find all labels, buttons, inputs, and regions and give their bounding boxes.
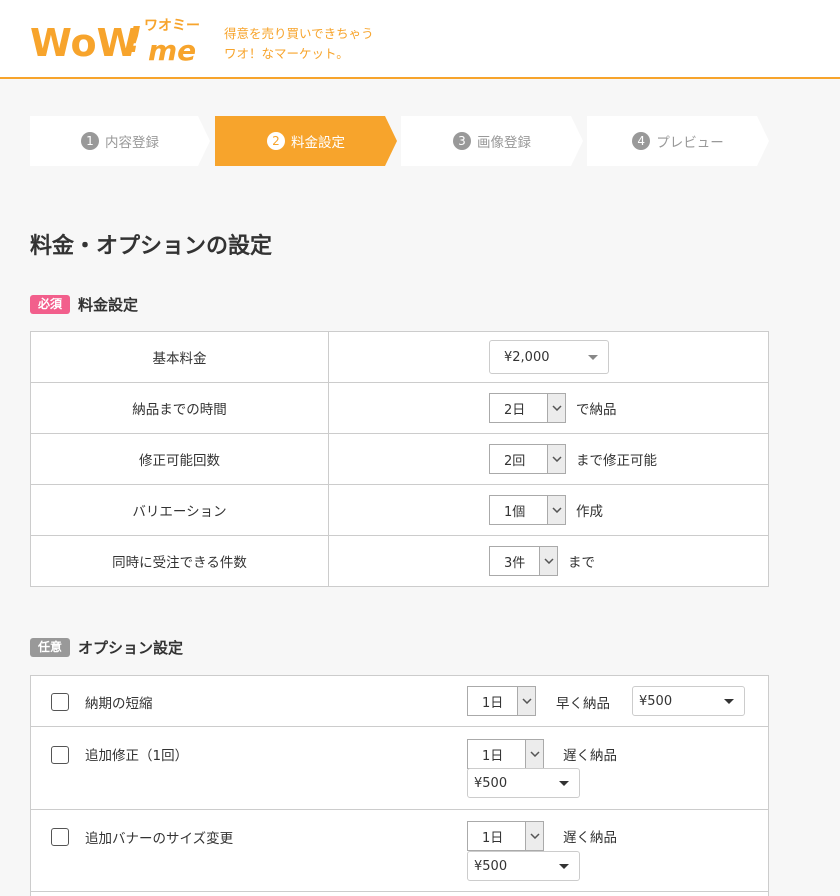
row-label: バリエーション xyxy=(31,485,329,535)
chevron-down-icon xyxy=(539,547,557,575)
revision-count-select[interactable]: 2回 xyxy=(489,444,566,474)
table-row: 納品までの時間 2日 で納品 xyxy=(31,383,768,434)
progress-steps: 1 内容登録 2 料金設定 3 画像登録 4 プレビュー xyxy=(30,116,770,166)
delivery-days-select[interactable]: 2日 xyxy=(489,393,566,423)
table-row: 基本料金 ¥2,000 xyxy=(31,332,768,383)
chevron-down-icon xyxy=(517,687,535,715)
table-row: 修正可能回数 2回 まで修正可能 xyxy=(31,434,768,485)
chevron-down-icon xyxy=(724,699,734,704)
pricing-table: 基本料金 ¥2,000 納品までの時間 2日 で納品 修正可能回数 2回 まで修… xyxy=(30,331,769,587)
required-badge: 必須 xyxy=(30,295,71,314)
table-row: 同時に受注できる件数 3件 まで xyxy=(31,536,768,586)
svg-text:WoW: WoW xyxy=(30,21,139,64)
step-content[interactable]: 1 内容登録 xyxy=(30,116,210,166)
option-row: 追加修正（1回） 1日 遅く納品 ¥500 xyxy=(31,727,768,810)
option-label: 納期の短縮 xyxy=(85,696,153,712)
step-label: 料金設定 xyxy=(291,135,345,151)
chevron-down-icon xyxy=(547,496,565,524)
option-days-select[interactable]: 1日 xyxy=(467,686,536,716)
svg-text:ワオミー: ワオミー xyxy=(144,18,200,34)
option-label: 追加バナーのサイズ変更 xyxy=(85,831,234,847)
variation-select[interactable]: 1個 xyxy=(489,495,566,525)
svg-text:!: ! xyxy=(126,20,142,61)
chevron-down-icon xyxy=(525,822,543,850)
wowme-logo[interactable]: WoW ! me ワオミー xyxy=(30,14,212,64)
chevron-down-icon xyxy=(525,740,543,768)
tagline-line-2: ワオ！なマーケット。 xyxy=(224,46,349,61)
option-price-select[interactable]: ¥500 xyxy=(467,768,580,798)
step-label: 画像登録 xyxy=(477,135,531,151)
table-row: バリエーション 1個 作成 xyxy=(31,485,768,536)
option-text: 早く納品 xyxy=(556,696,610,712)
pricing-heading: 必須 料金設定 xyxy=(30,294,138,315)
option-row: 納期の短縮 1日 早く納品 ¥500 xyxy=(31,676,768,727)
options-heading-text: オプション設定 xyxy=(78,639,184,657)
option-checkbox[interactable] xyxy=(51,693,69,711)
row-suffix: で納品 xyxy=(576,402,617,418)
chevron-down-icon xyxy=(588,355,598,360)
base-price-select[interactable]: ¥2,000 xyxy=(489,340,609,374)
option-price-select[interactable]: ¥500 xyxy=(632,686,745,716)
step-number: 2 xyxy=(267,132,285,150)
option-label: 追加修正（1回） xyxy=(85,748,189,764)
row-label: 基本料金 xyxy=(31,332,329,382)
options-heading: 任意 オプション設定 xyxy=(30,637,183,658)
site-header: WoW ! me ワオミー 得意を売り買いできちゃう ワオ！なマーケット。 xyxy=(0,0,840,79)
row-suffix: まで修正可能 xyxy=(576,453,657,469)
tagline: 得意を売り買いできちゃう ワオ！なマーケット。 xyxy=(224,24,374,64)
row-suffix: まで xyxy=(568,555,595,571)
chevron-down-icon xyxy=(547,394,565,422)
step-number: 4 xyxy=(632,132,651,150)
page-title: 料金・オプションの設定 xyxy=(30,234,273,259)
step-label: プレビュー xyxy=(656,135,724,151)
option-price-select[interactable]: ¥500 xyxy=(467,851,580,881)
step-images[interactable]: 3 画像登録 xyxy=(401,116,583,166)
option-checkbox[interactable] xyxy=(51,828,69,846)
option-days-select[interactable]: 1日 xyxy=(467,821,544,851)
options-table: 納期の短縮 1日 早く納品 ¥500 追加修正（1回） 1日 遅く納品 ¥500… xyxy=(30,675,769,896)
tagline-line-1: 得意を売り買いできちゃう xyxy=(224,26,374,41)
step-number: 1 xyxy=(81,132,99,150)
chevron-down-icon xyxy=(559,864,569,869)
option-row: 追加バナーのサイズ変更 1日 遅く納品 ¥500 xyxy=(31,810,768,892)
option-checkbox[interactable] xyxy=(51,746,69,764)
row-label: 同時に受注できる件数 xyxy=(31,536,329,586)
step-preview[interactable]: 4 プレビュー xyxy=(587,116,769,166)
step-pricing[interactable]: 2 料金設定 xyxy=(215,116,397,166)
chevron-down-icon xyxy=(559,781,569,786)
row-suffix: 作成 xyxy=(576,504,603,520)
option-text: 遅く納品 xyxy=(563,748,617,764)
concurrent-orders-select[interactable]: 3件 xyxy=(489,546,558,576)
step-label: 内容登録 xyxy=(105,135,159,151)
optional-badge: 任意 xyxy=(30,638,71,657)
option-days-select[interactable]: 1日 xyxy=(467,739,544,769)
chevron-down-icon xyxy=(547,445,565,473)
svg-text:me: me xyxy=(148,34,196,64)
step-number: 3 xyxy=(453,132,471,150)
row-label: 修正可能回数 xyxy=(31,434,329,484)
pricing-heading-text: 料金設定 xyxy=(78,296,139,314)
option-text: 遅く納品 xyxy=(563,830,617,846)
row-label: 納品までの時間 xyxy=(31,383,329,433)
